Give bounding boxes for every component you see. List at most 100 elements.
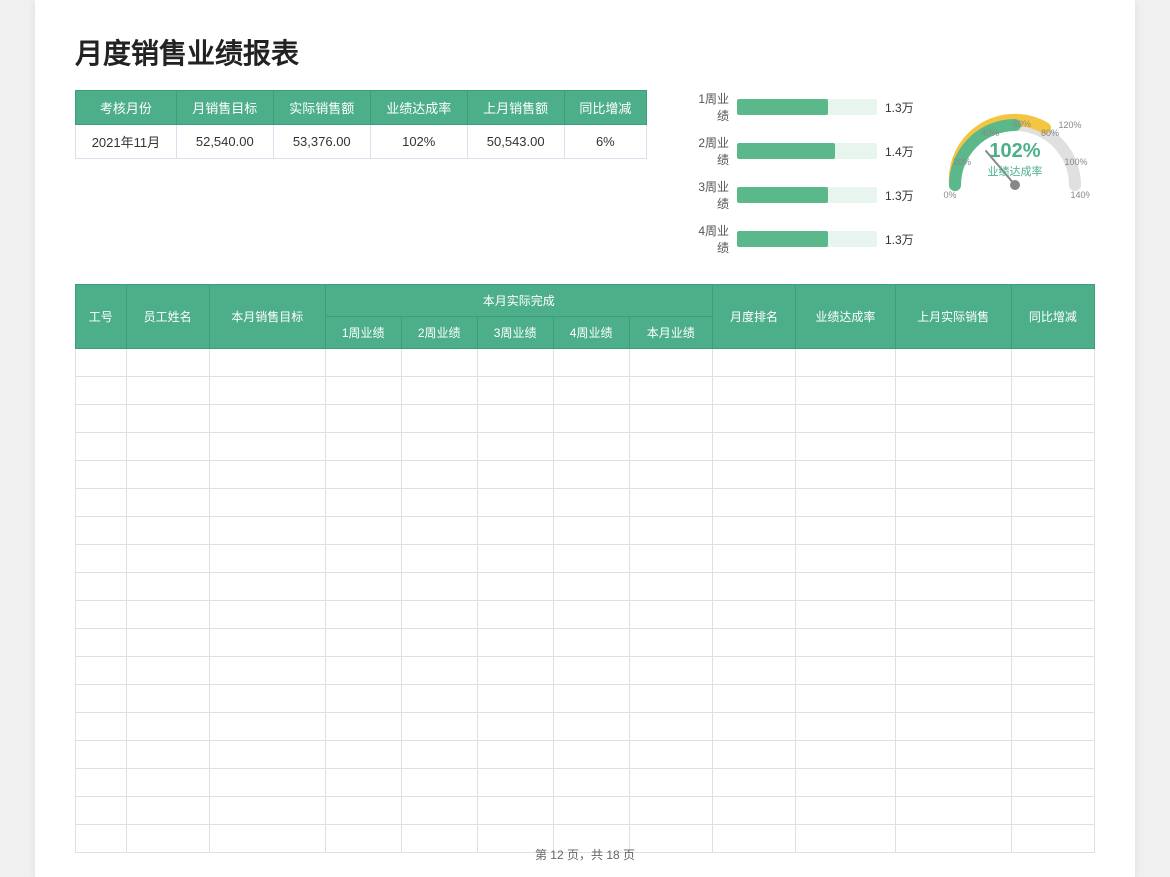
table-cell xyxy=(1011,797,1094,825)
table-cell xyxy=(477,405,553,433)
table-cell xyxy=(209,545,325,573)
th-week3: 3周业绩 xyxy=(477,317,553,349)
table-cell xyxy=(477,489,553,517)
table-cell xyxy=(1011,545,1094,573)
table-cell xyxy=(712,573,795,601)
table-cell xyxy=(126,433,209,461)
table-cell xyxy=(796,349,896,377)
th-rank: 月度排名 xyxy=(712,285,795,349)
th-yoy: 同比增减 xyxy=(1011,285,1094,349)
table-row xyxy=(76,741,1095,769)
svg-text:0%: 0% xyxy=(943,190,956,200)
table-cell xyxy=(553,601,629,629)
table-cell xyxy=(209,713,325,741)
col-header-actual: 实际销售额 xyxy=(273,91,370,125)
table-cell xyxy=(629,545,712,573)
table-cell xyxy=(553,517,629,545)
table-cell xyxy=(895,517,1011,545)
table-cell xyxy=(712,377,795,405)
table-cell xyxy=(553,545,629,573)
table-cell xyxy=(1011,377,1094,405)
table-cell xyxy=(401,797,477,825)
table-cell xyxy=(209,797,325,825)
table-cell xyxy=(895,713,1011,741)
table-cell xyxy=(796,433,896,461)
table-cell xyxy=(325,405,401,433)
table-cell xyxy=(325,713,401,741)
table-cell xyxy=(796,377,896,405)
table-cell xyxy=(895,685,1011,713)
table-cell xyxy=(209,405,325,433)
table-cell xyxy=(76,405,127,433)
table-cell xyxy=(1011,433,1094,461)
table-cell xyxy=(629,405,712,433)
svg-text:80%: 80% xyxy=(1041,128,1059,138)
table-cell xyxy=(401,517,477,545)
table-cell xyxy=(126,769,209,797)
gauge-wrap: 0% 20% 40% 60% 80% 100% 140% 120% 102% 业… xyxy=(940,90,1090,190)
table-row xyxy=(76,713,1095,741)
bar-value-2: 1.4万 xyxy=(885,143,915,160)
table-cell xyxy=(209,377,325,405)
table-cell xyxy=(1011,741,1094,769)
table-cell xyxy=(553,685,629,713)
table-cell xyxy=(712,517,795,545)
table-cell xyxy=(325,797,401,825)
table-cell xyxy=(796,657,896,685)
table-cell xyxy=(325,685,401,713)
svg-text:120%: 120% xyxy=(1058,120,1081,130)
table-row xyxy=(76,517,1095,545)
table-cell xyxy=(796,601,896,629)
bar-chart-section: 1周业绩 1.3万 2周业绩 1.4万 3周业绩 xyxy=(687,90,915,266)
bar-track-3 xyxy=(737,187,877,203)
bar-row-1: 1周业绩 1.3万 xyxy=(687,90,915,124)
table-cell xyxy=(1011,405,1094,433)
table-cell xyxy=(209,461,325,489)
bar-label-2: 2周业绩 xyxy=(687,134,729,168)
bar-fill-2 xyxy=(737,143,835,159)
table-row xyxy=(76,685,1095,713)
table-cell xyxy=(325,573,401,601)
svg-text:100%: 100% xyxy=(1064,157,1087,167)
table-cell xyxy=(895,769,1011,797)
table-row xyxy=(76,461,1095,489)
bar-fill-4 xyxy=(737,231,828,247)
cell-last: 50,543.00 xyxy=(467,125,564,159)
table-cell xyxy=(629,377,712,405)
table-cell xyxy=(712,797,795,825)
table-cell xyxy=(477,601,553,629)
table-cell xyxy=(629,741,712,769)
table-cell xyxy=(553,349,629,377)
table-cell xyxy=(1011,657,1094,685)
table-cell xyxy=(629,629,712,657)
table-cell xyxy=(1011,685,1094,713)
table-cell xyxy=(553,461,629,489)
table-cell xyxy=(209,685,325,713)
table-cell xyxy=(1011,769,1094,797)
bar-value-1: 1.3万 xyxy=(885,99,915,116)
table-cell xyxy=(895,433,1011,461)
table-cell xyxy=(401,713,477,741)
table-cell xyxy=(629,601,712,629)
table-row xyxy=(76,629,1095,657)
th-week4: 4周业绩 xyxy=(553,317,629,349)
gauge-svg: 0% 20% 40% 60% 80% 100% 140% 120% xyxy=(940,90,1090,200)
table-row xyxy=(76,797,1095,825)
bar-value-4: 1.3万 xyxy=(885,231,915,248)
table-cell xyxy=(325,517,401,545)
table-cell xyxy=(126,629,209,657)
table-cell xyxy=(76,769,127,797)
table-row xyxy=(76,545,1095,573)
th-id: 工号 xyxy=(76,285,127,349)
table-cell xyxy=(712,601,795,629)
bar-row-2: 2周业绩 1.4万 xyxy=(687,134,915,168)
page: 月度销售业绩报表 考核月份 月销售目标 实际销售额 业绩达成率 上月销售额 同比… xyxy=(35,0,1135,877)
table-cell xyxy=(209,657,325,685)
th-target: 本月销售目标 xyxy=(209,285,325,349)
table-cell xyxy=(76,461,127,489)
table-cell xyxy=(325,461,401,489)
table-cell xyxy=(76,433,127,461)
table-cell xyxy=(712,657,795,685)
table-cell xyxy=(796,405,896,433)
table-cell xyxy=(553,489,629,517)
